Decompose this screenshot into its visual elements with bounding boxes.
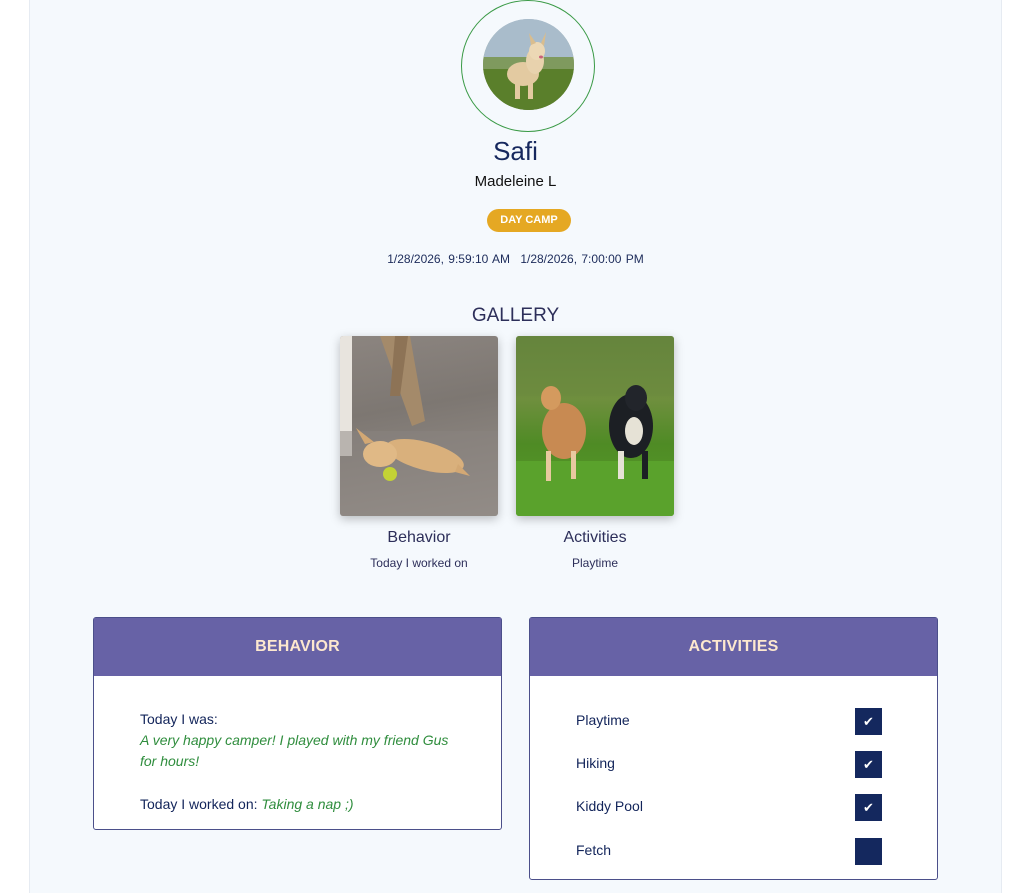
- gallery-item-behavior[interactable]: Behavior Today I worked on: [340, 336, 498, 571]
- report-page: Safi Madeleine L DAY CAMP 1/28/2026, 9:5…: [29, 0, 1002, 893]
- gallery-item-subtitle: Playtime: [571, 556, 618, 570]
- check-in-time: 1/28/2026, 9:59:10 AM: [387, 252, 510, 266]
- gallery-photo-behavior[interactable]: [340, 336, 498, 516]
- activity-row-fetch: Fetch: [576, 838, 882, 866]
- worked-on-value: Taking a nap ;): [261, 796, 354, 812]
- pet-name: Safi: [493, 136, 538, 166]
- gallery-title: GALLERY: [471, 305, 560, 326]
- activity-row-playtime: Playtime ✔: [576, 708, 882, 736]
- activity-label: Kiddy Pool: [576, 798, 643, 814]
- pet-avatar: [483, 19, 574, 110]
- activities-card: ACTIVITIES Playtime ✔ Hiking ✔ Kiddy Poo…: [529, 617, 938, 880]
- stay-times: 1/28/2026, 9:59:10 AM 1/28/2026, 7:00:00…: [30, 251, 1001, 267]
- behavior-card: BEHAVIOR Today I was: A very happy campe…: [93, 617, 502, 830]
- activity-checkbox[interactable]: ✔: [855, 794, 882, 821]
- check-icon: ✔: [863, 800, 874, 815]
- check-icon: ✔: [863, 714, 874, 729]
- activity-row-kiddy-pool: Kiddy Pool ✔: [576, 794, 882, 822]
- activity-checkbox[interactable]: ✔: [855, 751, 882, 778]
- gallery-item-title: Activities: [563, 529, 627, 546]
- service-badge: DAY CAMP: [487, 209, 571, 232]
- gallery-photo-activities[interactable]: [516, 336, 674, 516]
- owner-name: Madeleine L: [474, 173, 557, 190]
- activity-label: Fetch: [576, 842, 612, 858]
- today-was-value: A very happy camper! I played with my fr…: [140, 732, 449, 769]
- gallery-item-title: Behavior: [387, 529, 451, 546]
- worked-on-line: Today I worked on: Taking a nap ;): [140, 794, 455, 815]
- gallery-item-activities[interactable]: Activities Playtime: [516, 336, 674, 571]
- activity-label: Playtime: [576, 712, 630, 728]
- worked-on-label: Today I worked on:: [140, 796, 258, 812]
- activities-card-header: ACTIVITIES: [530, 618, 937, 676]
- behavior-card-header: BEHAVIOR: [94, 618, 501, 676]
- activity-checkbox[interactable]: [855, 838, 882, 865]
- activity-label: Hiking: [576, 755, 615, 771]
- check-out-time: 1/28/2026, 7:00:00 PM: [520, 252, 644, 266]
- check-icon: ✔: [863, 757, 874, 772]
- activity-row-hiking: Hiking ✔: [576, 751, 882, 779]
- today-was-label: Today I was:: [140, 711, 218, 727]
- gallery-item-subtitle: Today I worked on: [370, 556, 468, 570]
- behavior-card-body: Today I was: A very happy camper! I play…: [94, 676, 501, 815]
- activity-checkbox[interactable]: ✔: [855, 708, 882, 735]
